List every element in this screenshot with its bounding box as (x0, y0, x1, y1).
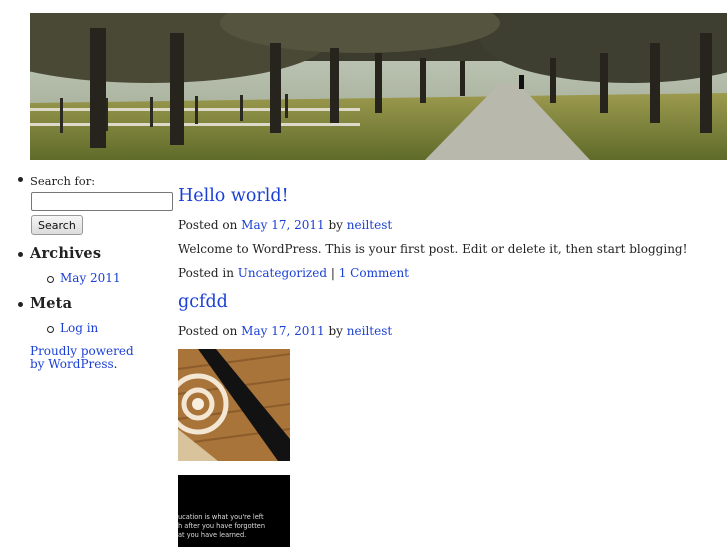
meta-separator: | (330, 266, 335, 280)
list-bullet (18, 177, 23, 182)
search-widget: Search for: Search (0, 170, 173, 235)
post-body: Welcome to WordPress. This is your first… (178, 242, 688, 256)
post-date-link[interactable]: May 17, 2011 (241, 218, 324, 232)
sidebar: Search for: Search Archives May 2011 Met… (0, 170, 173, 371)
archive-item: May 2011 (0, 271, 170, 285)
header-banner-image (30, 13, 727, 160)
author-link[interactable]: neiltest (347, 324, 392, 338)
powered-by: Proudly powered by WordPress. (0, 345, 142, 371)
wordpress-link[interactable]: Proudly powered by WordPress (30, 344, 134, 371)
archives-widget: Archives May 2011 (0, 245, 170, 285)
powered-suffix: . (113, 357, 118, 371)
meta-list: Log in (0, 321, 170, 335)
post-title: Hello world! (178, 183, 718, 209)
posted-in-label: Posted in (178, 266, 234, 280)
meta-title: Meta (30, 295, 73, 312)
post-date-link[interactable]: May 17, 2011 (241, 324, 324, 338)
search-button[interactable]: Search (31, 215, 83, 235)
category-link[interactable]: Uncategorized (238, 266, 327, 280)
posted-on-label: Posted on (178, 324, 238, 338)
search-label: Search for: (30, 174, 96, 188)
list-bullet (47, 276, 54, 283)
list-bullet (18, 252, 23, 257)
author-link[interactable]: neiltest (347, 218, 392, 232)
post-title: gcfdd (178, 289, 718, 315)
post-meta: Posted on May 17, 2011 by neiltest (178, 217, 718, 233)
by-label: by (328, 324, 343, 338)
archive-link-may-2011[interactable]: May 2011 (60, 271, 121, 285)
post-meta: Posted on May 17, 2011 by neiltest (178, 323, 718, 339)
list-bullet (18, 302, 23, 307)
login-link[interactable]: Log in (60, 321, 98, 335)
sidebar-widgets: Search for: Search Archives May 2011 Met… (0, 170, 173, 335)
archives-title: Archives (30, 245, 102, 262)
posted-on-label: Posted on (178, 218, 238, 232)
quote-line-1: ucation is what you're left (178, 513, 264, 521)
meta-item: Log in (0, 321, 170, 335)
by-label: by (328, 218, 343, 232)
quote-line-3: at you have learned. (178, 531, 246, 539)
post-image-wood-target (178, 349, 290, 461)
post-hello-world: Hello world! Posted on May 17, 2011 by n… (178, 183, 718, 281)
search-input[interactable] (31, 192, 173, 211)
post-title-link[interactable]: Hello world! (178, 186, 289, 206)
post-title-link[interactable]: gcfdd (178, 292, 228, 312)
main-content: Hello world! Posted on May 17, 2011 by n… (178, 183, 718, 547)
meta-widget: Meta Log in (0, 295, 170, 335)
list-bullet (47, 326, 54, 333)
archives-list: May 2011 (0, 271, 170, 285)
post-footer: Posted in Uncategorized | 1 Comment (178, 265, 718, 281)
quote-line-2: h after you have forgotten (178, 522, 265, 530)
comments-link[interactable]: 1 Comment (339, 266, 409, 280)
post-gcfdd: gcfdd Posted on May 17, 2011 by neiltest (178, 289, 718, 547)
post-image-quote: ucation is what you're left h after you … (178, 475, 290, 547)
